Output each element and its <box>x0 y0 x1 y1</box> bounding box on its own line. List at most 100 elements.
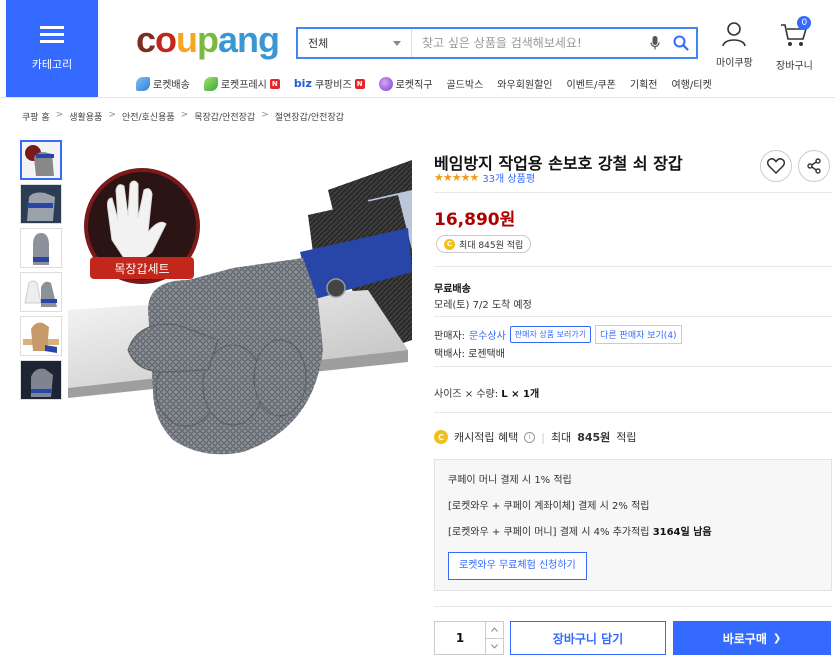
shipping-title: 무료배송 <box>434 284 471 295</box>
seller-name-link[interactable]: 문수상사 <box>469 327 506 342</box>
chevron-down-icon <box>393 40 401 46</box>
wishlist-button[interactable] <box>760 150 792 182</box>
review-count-link[interactable]: 33개 상품평 <box>482 170 535 185</box>
search-category-value: 전체 <box>308 37 329 50</box>
category-label: 카테고리 <box>31 57 73 71</box>
quantity-increase-button[interactable] <box>486 622 503 639</box>
seller-products-button[interactable]: 판매자 상품 보러가기 <box>509 326 592 343</box>
divider <box>434 266 832 267</box>
new-badge: N <box>354 78 365 89</box>
product-thumbnail[interactable] <box>20 360 62 400</box>
benefit-line: [로켓와우 + 쿠페이 계좌이체] 결제 시 2% 적립 <box>448 501 650 512</box>
breadcrumb-separator: > <box>261 110 269 120</box>
product-rating: ★★★★★ 33개 상품평 <box>434 170 535 185</box>
breadcrumb: 쿠팡 홈 > 생활용품 > 안전/호신용품 > 목장갑/안전장갑 > 절연장갑/안전장갑 <box>22 110 344 123</box>
reward-text: 최대 845원 적립 <box>459 240 524 251</box>
hamburger-icon <box>40 25 64 44</box>
heart-icon <box>767 158 785 174</box>
product-thumbnail[interactable] <box>20 316 62 356</box>
product-thumbnail[interactable] <box>20 140 62 180</box>
divider <box>434 316 832 317</box>
rocket-icon <box>136 76 150 91</box>
nav-travel-tickets[interactable]: 여행/티켓 <box>671 76 711 91</box>
breadcrumb-item[interactable]: 안전/호신용품 <box>122 110 175 123</box>
breadcrumb-item[interactable]: 생활용품 <box>69 110 102 123</box>
nav-wow-discount[interactable]: 와우회원할인 <box>497 76 552 91</box>
cash-benefit-label: 캐시적립 혜택 <box>454 431 519 444</box>
thumbnail-list <box>20 140 62 400</box>
quantity-input[interactable]: 1 <box>435 622 485 654</box>
nav-goldbox[interactable]: 골드박스 <box>446 76 483 91</box>
coupang-logo[interactable]: coupang <box>136 20 280 60</box>
cash-max-suffix: 적립 <box>616 431 637 444</box>
cash-coin-icon: C <box>444 238 455 250</box>
chevron-up-icon <box>491 627 498 633</box>
buy-now-button[interactable]: 바로구매 ❯ <box>673 621 831 655</box>
info-icon[interactable]: i <box>524 431 536 443</box>
delivery-date: 모레(토) 7/2 도착 예정 <box>434 300 532 311</box>
microphone-icon[interactable] <box>644 29 666 57</box>
divider <box>434 366 832 367</box>
nav-rocket-global[interactable]: 로켓직구 <box>378 76 432 91</box>
option-value: L × 1개 <box>501 389 540 400</box>
days-remaining: 3164일 남음 <box>652 527 712 538</box>
person-icon <box>722 22 747 47</box>
globe-rocket-icon <box>378 76 393 91</box>
cash-benefit: C 캐시적립 혜택 i | 최대 845원 적립 <box>434 429 637 445</box>
breadcrumb-separator: > <box>55 110 64 120</box>
category-menu-button[interactable]: 카테고리 <box>6 0 98 97</box>
divider <box>434 412 832 413</box>
option-label: 사이즈 × 수량: <box>434 389 499 400</box>
wow-trial-button[interactable]: 로켓와우 무료체험 신청하기 <box>448 552 587 580</box>
chevron-right-icon: ❯ <box>772 632 782 644</box>
search-category-select[interactable]: 전체 <box>298 29 412 57</box>
biz-logo: biz <box>293 77 312 90</box>
chevron-down-icon <box>491 643 498 649</box>
selected-option: 사이즈 × 수량: L × 1개 <box>434 385 539 400</box>
cart-label: 장바구니 <box>776 61 813 72</box>
courier-info: 택배사: 로젠택배 <box>434 349 505 360</box>
breadcrumb-separator: > <box>180 110 189 120</box>
nav-events-coupons[interactable]: 이벤트/쿠폰 <box>567 76 616 91</box>
mypage-link[interactable]: 마이쿠팡 <box>716 20 753 69</box>
search-input[interactable] <box>412 29 644 57</box>
nav-rocket-delivery[interactable]: 로켓배송 <box>136 76 190 91</box>
product-thumbnail[interactable] <box>20 184 62 224</box>
benefit-line: [로켓와우 + 쿠페이 머니] 결제 시 4% 추가적립 3164일 남음 <box>448 527 712 538</box>
nav-coupang-biz[interactable]: biz 쿠팡비즈 N <box>294 76 365 91</box>
other-sellers-button[interactable]: 다른 판매자 보기(4) <box>595 325 682 344</box>
reward-chip: C 최대 845원 적립 <box>436 235 532 253</box>
divider <box>434 192 832 193</box>
nav-exhibitions[interactable]: 기획전 <box>630 76 658 91</box>
quantity-stepper: 1 <box>434 621 504 655</box>
search-bar: 전체 <box>296 27 698 59</box>
separator: | <box>541 430 545 444</box>
product-thumbnail[interactable] <box>20 272 62 312</box>
search-icon[interactable] <box>666 29 696 57</box>
new-badge: N <box>269 78 280 89</box>
product-price: 16,890원 <box>434 210 516 230</box>
main-nav: 로켓배송 로켓프레시 N biz 쿠팡비즈 N 로켓직구 골드박스 와우회원할인 이벤… <box>136 76 712 91</box>
nav-rocket-fresh[interactable]: 로켓프레시 N <box>203 76 280 91</box>
cart-link[interactable]: 0 장바구니 <box>776 16 813 72</box>
share-icon <box>807 158 821 174</box>
breadcrumb-separator: > <box>108 110 116 120</box>
product-main-image[interactable]: 목장갑세트 <box>68 140 412 470</box>
cash-max-prefix: 최대 <box>550 431 572 444</box>
breadcrumb-item[interactable]: 절연장갑/안전장갑 <box>275 110 344 123</box>
divider <box>434 606 832 607</box>
product-thumbnail[interactable] <box>20 228 62 268</box>
buy-now-label: 바로구매 <box>722 631 767 646</box>
mypage-label: 마이쿠팡 <box>716 58 753 69</box>
add-to-cart-button[interactable]: 장바구니 담기 <box>510 621 666 655</box>
rating-stars: ★★★★★ <box>434 171 479 184</box>
payment-benefit-box: 쿠페이 머니 결제 시 1% 적립 [로켓와우 + 쿠페이 계좌이체] 결제 시… <box>434 459 832 591</box>
breadcrumb-item[interactable]: 목장갑/안전장갑 <box>194 110 255 123</box>
seller-label: 판매자: <box>434 331 465 342</box>
seller-info: 판매자: 문수상사 판매자 상품 보러가기 다른 판매자 보기(4) <box>434 325 682 344</box>
quantity-decrease-button[interactable] <box>486 639 503 655</box>
cash-coin-icon: C <box>434 430 448 444</box>
cash-max-value: 845원 <box>577 431 611 444</box>
breadcrumb-item[interactable]: 쿠팡 홈 <box>22 110 50 123</box>
share-button[interactable] <box>798 150 830 182</box>
